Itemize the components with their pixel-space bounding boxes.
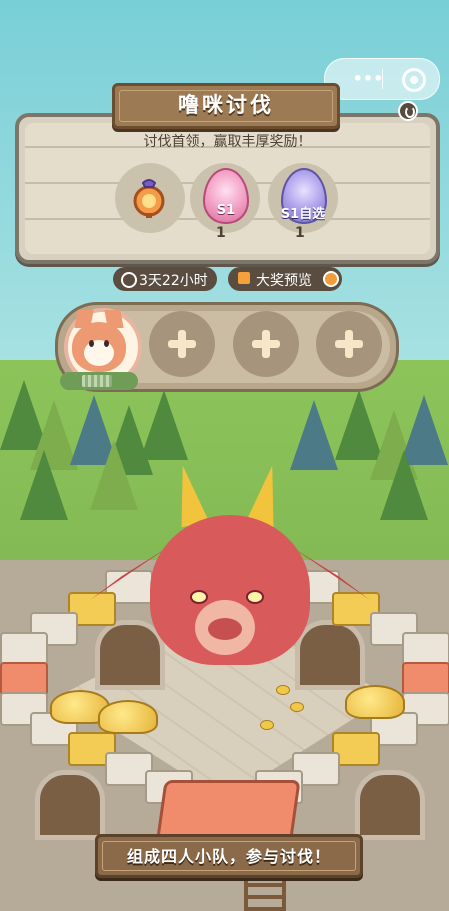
countdown-timer: 3天22小时 — [113, 267, 217, 291]
pine-tree — [140, 390, 188, 460]
coin — [260, 720, 274, 730]
floor-tile-orange — [0, 662, 48, 696]
avatar-eye — [89, 340, 94, 347]
dragon-eye — [246, 590, 264, 604]
help-icon[interactable] — [398, 101, 418, 121]
reward-count: 1 — [216, 225, 226, 241]
page-title: 噜咪讨伐 — [178, 93, 274, 117]
gate-arch — [35, 770, 105, 840]
preview-label: 大奖预览 — [256, 273, 312, 289]
floor-tile — [0, 632, 48, 666]
magnifier-icon — [323, 271, 339, 287]
menu-capsule[interactable]: ••• — [324, 58, 440, 100]
capsule-divider — [382, 69, 383, 89]
dragon-eye — [190, 590, 208, 604]
gold-pile — [98, 700, 158, 734]
close-target-icon[interactable] — [402, 68, 426, 92]
coin — [290, 702, 304, 712]
pine-tree — [380, 450, 428, 520]
timer-text: 3天22小时 — [139, 273, 208, 289]
reward-count: 1 — [295, 225, 305, 241]
gold-pile — [345, 685, 405, 719]
avatar-ear — [104, 310, 124, 328]
gate-arch — [355, 770, 425, 840]
pine-tree — [90, 440, 138, 510]
add-member-button[interactable] — [149, 311, 215, 377]
add-member-button[interactable] — [233, 311, 299, 377]
pine-tree — [290, 400, 338, 470]
avatar-ear — [74, 310, 94, 328]
amulet-icon — [133, 179, 165, 218]
banner-text: 组成四人小队，参与讨伐！ — [126, 847, 331, 866]
add-member-button[interactable] — [316, 311, 382, 377]
dragon-snout — [208, 618, 242, 640]
gate-arch — [295, 620, 365, 690]
panel-subtitle: 讨伐首领，赢取丰厚奖励！ — [143, 134, 312, 150]
gift-icon — [238, 272, 250, 284]
floor-tile-orange — [402, 662, 449, 696]
reward-label: S1自选 — [280, 207, 326, 222]
floor-tile — [402, 632, 449, 666]
clock-icon — [121, 272, 137, 288]
reward-label: S1 — [216, 203, 236, 218]
grand-prize-preview-button[interactable]: 大奖预览 — [228, 267, 342, 291]
fox-avatar-icon — [72, 310, 126, 372]
pine-tree — [20, 450, 68, 520]
blurred-name — [82, 375, 112, 387]
player-name-tag — [60, 372, 138, 390]
gate-arch — [95, 620, 165, 690]
coin — [276, 685, 290, 695]
avatar-eye — [104, 340, 109, 347]
